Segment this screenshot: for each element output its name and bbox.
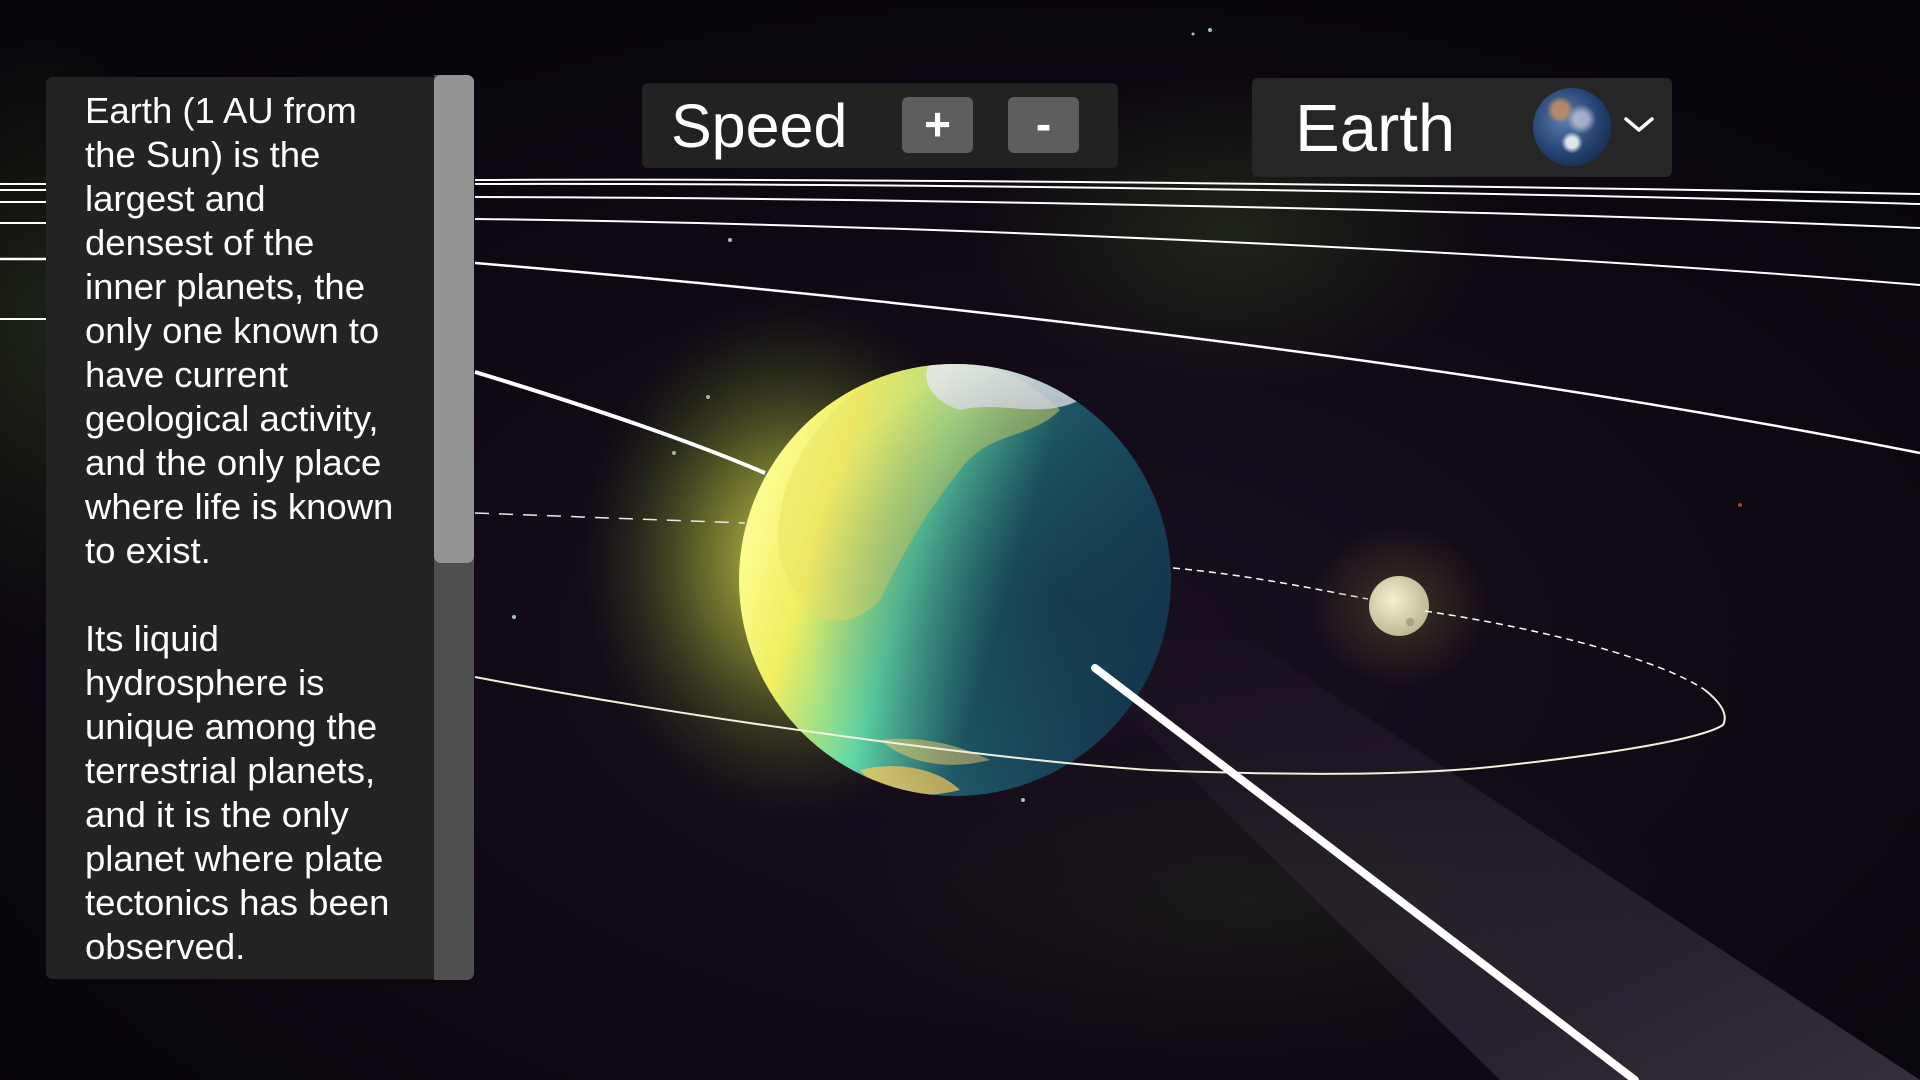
selected-planet-label: Earth (1295, 91, 1456, 166)
moon[interactable] (1369, 576, 1429, 636)
description-paragraph-1: Earth (1 AU from the Sun) is the largest… (85, 90, 394, 571)
earth-globe-icon (1533, 88, 1611, 166)
info-scrollbar-thumb[interactable] (434, 75, 474, 563)
star (1021, 798, 1025, 802)
speed-control: Speed + - (642, 83, 1118, 168)
speed-label: Speed (671, 92, 848, 160)
star (1738, 503, 1742, 507)
star (1191, 32, 1195, 36)
star (1208, 28, 1212, 32)
description-paragraph-2: Its liquid hydrosphere is unique among t… (85, 618, 390, 967)
star (512, 615, 516, 619)
planet-info-panel: Earth (1 AU from the Sun) is the largest… (46, 77, 434, 979)
speed-decrease-button[interactable]: - (1008, 97, 1079, 153)
chevron-down-icon (1624, 117, 1654, 132)
star (728, 238, 732, 242)
planet-selector-dropdown[interactable]: Earth (1252, 78, 1672, 177)
speed-increase-button[interactable]: + (902, 97, 973, 153)
planet-description: Earth (1 AU from the Sun) is the largest… (85, 89, 425, 969)
